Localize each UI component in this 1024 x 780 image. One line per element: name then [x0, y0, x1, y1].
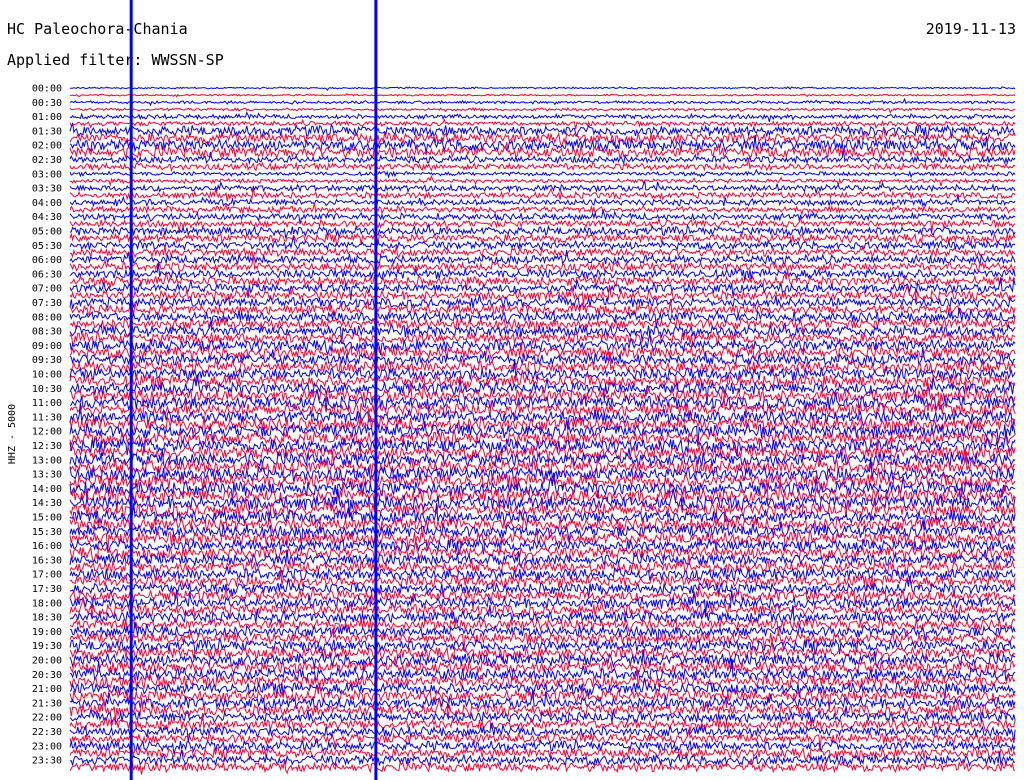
row-time-label: 00:00 — [32, 84, 62, 95]
row-time-label: 11:30 — [32, 412, 62, 423]
trace-row — [69, 111, 1016, 123]
row-time-label: 09:30 — [32, 355, 62, 366]
row-time-label: 06:30 — [32, 269, 62, 280]
trace-row — [69, 168, 1016, 179]
row-time-label: 17:30 — [32, 584, 62, 595]
trace-group — [69, 86, 1016, 775]
trace-row — [69, 118, 1016, 130]
row-time-label: 19:30 — [32, 641, 62, 652]
row-time-label: 23:00 — [32, 741, 62, 752]
row-time-label: 21:00 — [32, 684, 62, 695]
row-time-label: 00:30 — [32, 98, 62, 109]
trace-row — [69, 208, 1016, 225]
row-time-label: 02:00 — [32, 141, 62, 152]
row-time-label: 08:00 — [32, 312, 62, 323]
row-time-label: 19:00 — [32, 627, 62, 638]
row-time-label: 07:00 — [32, 284, 62, 295]
row-time-label: 18:30 — [32, 613, 62, 624]
row-time-label: 03:00 — [32, 169, 62, 180]
row-time-label: 12:30 — [32, 441, 62, 452]
row-time-label: 01:30 — [32, 126, 62, 137]
row-time-label: 03:30 — [32, 184, 62, 195]
trace-row — [69, 92, 1016, 98]
row-time-label: 14:00 — [32, 484, 62, 495]
row-time-label: 05:00 — [32, 227, 62, 238]
row-time-label: 06:00 — [32, 255, 62, 266]
row-time-label: 20:30 — [32, 670, 62, 681]
row-time-label: 18:00 — [32, 598, 62, 609]
row-label-group: 00:00 00:30 01:00 01:30 02:00 02:30 03:00 03:30… — [32, 84, 62, 767]
trace-row — [69, 202, 1016, 216]
row-time-label: 13:30 — [32, 470, 62, 481]
row-time-label: 22:00 — [32, 713, 62, 724]
row-time-label: 16:00 — [32, 541, 62, 552]
trace-row — [69, 249, 1016, 266]
row-time-label: 11:00 — [32, 398, 62, 409]
trace-row — [69, 298, 1016, 317]
row-time-label: 04:30 — [32, 212, 62, 223]
trace-row — [69, 86, 1016, 92]
row-time-label: 13:00 — [32, 455, 62, 466]
row-time-label: 01:00 — [32, 112, 62, 123]
row-time-label: 10:30 — [32, 384, 62, 395]
row-time-label: 16:30 — [32, 555, 62, 566]
row-time-label: 02:30 — [32, 155, 62, 166]
trace-row — [70, 245, 1016, 259]
row-time-label: 21:30 — [32, 698, 62, 709]
row-time-label: 08:30 — [32, 327, 62, 338]
row-time-label: 14:30 — [32, 498, 62, 509]
row-time-label: 23:30 — [32, 756, 62, 767]
trace-row — [69, 186, 1016, 202]
row-time-label: 15:00 — [32, 513, 62, 524]
row-time-label: 04:00 — [32, 198, 62, 209]
row-time-label: 05:30 — [32, 241, 62, 252]
helicorder-plot: 00:00 00:30 01:00 01:30 02:00 02:30 03:00 03:30… — [32, 0, 1016, 780]
trace-row — [69, 730, 1016, 750]
row-time-label: 07:30 — [32, 298, 62, 309]
row-time-label: 20:00 — [32, 656, 62, 667]
row-time-label: 10:00 — [32, 370, 62, 381]
trace-row — [69, 174, 1016, 188]
row-time-label: 09:00 — [32, 341, 62, 352]
row-time-label: 12:00 — [32, 427, 62, 438]
trace-row — [69, 106, 1016, 114]
row-time-label: 15:30 — [32, 527, 62, 538]
row-time-label: 17:00 — [32, 570, 62, 581]
row-time-label: 22:30 — [32, 727, 62, 738]
trace-row — [69, 97, 1016, 107]
